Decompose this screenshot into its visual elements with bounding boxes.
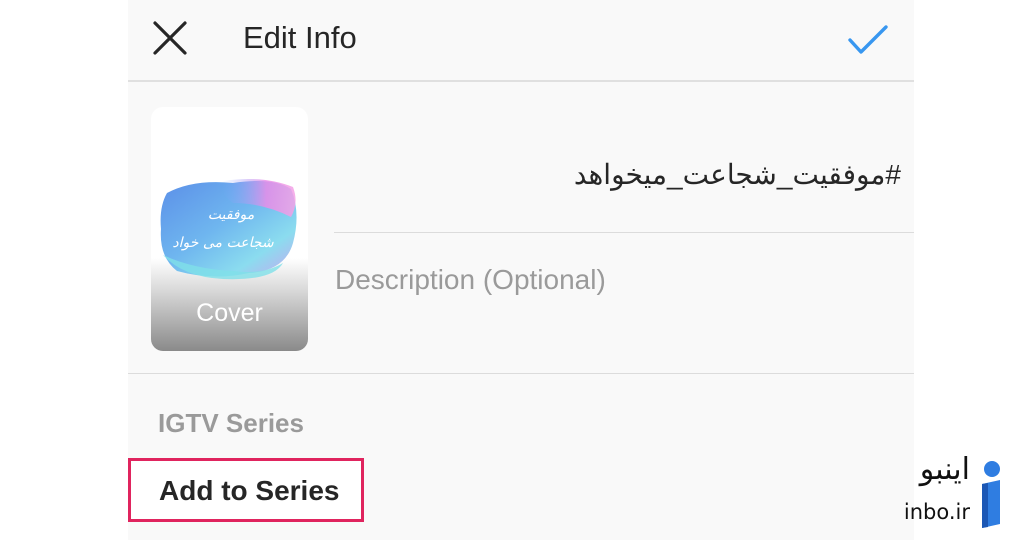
- description-input[interactable]: Description (Optional): [335, 258, 895, 302]
- header-bar: Edit Info: [128, 0, 914, 82]
- cover-art-text-2: شجاعت می خواد: [172, 235, 273, 251]
- field-divider: [334, 232, 914, 233]
- cover-art-text-1: موفقیت: [208, 207, 255, 223]
- close-button[interactable]: [150, 18, 190, 58]
- add-to-series-label: Add to Series: [159, 475, 340, 506]
- cover-label: Cover: [196, 299, 263, 327]
- check-icon: [848, 25, 888, 54]
- cover-thumbnail[interactable]: موفقیت شجاعت می خواد Cover: [151, 107, 308, 351]
- watermark-logo: اینبو inbo.ir: [880, 452, 1010, 532]
- watermark-persian: اینبو: [919, 452, 970, 487]
- igtv-series-heading: IGTV Series: [158, 408, 304, 438]
- edit-info-panel: Edit Info موفقیت شجاعت می خواد Cover #مو…: [128, 0, 914, 540]
- inbo-logo-icon: [982, 461, 1000, 528]
- section-divider: [128, 373, 914, 374]
- close-icon: [153, 21, 187, 55]
- watermark-latin: inbo.ir: [903, 500, 970, 524]
- title-input[interactable]: #موفقیت_شجاعت_میخواهد: [335, 150, 901, 200]
- add-to-series-button[interactable]: Add to Series: [128, 458, 364, 522]
- confirm-button[interactable]: [845, 20, 891, 60]
- cover-art-image: موفقیت شجاعت می خواد: [160, 179, 297, 280]
- page-title: Edit Info: [243, 20, 357, 55]
